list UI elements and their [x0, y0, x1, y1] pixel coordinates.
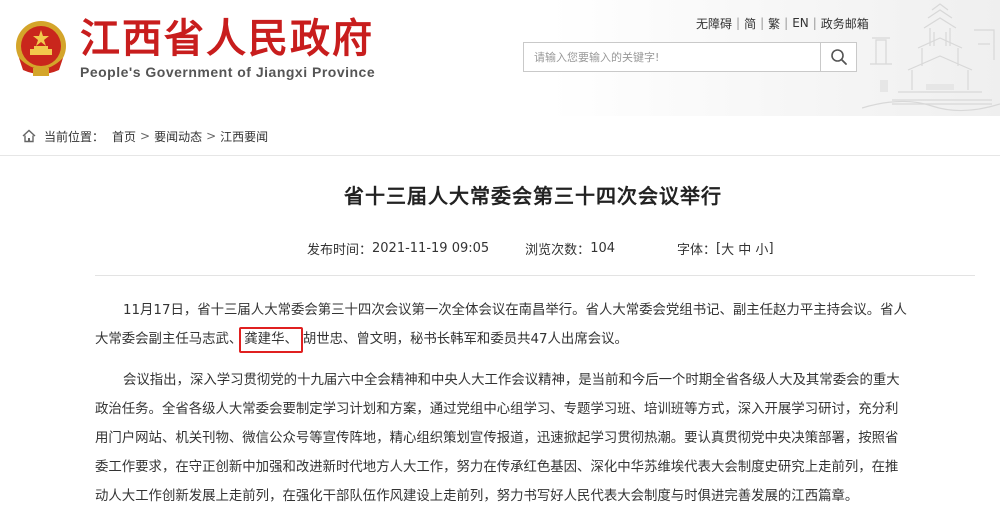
- link-separator: |: [736, 16, 741, 30]
- national-emblem-icon: [16, 21, 66, 76]
- search-box: [523, 42, 857, 72]
- site-name: 江西省人民政府: [80, 15, 374, 62]
- english-link[interactable]: EN: [792, 16, 809, 30]
- simplified-chinese-link[interactable]: 简: [744, 15, 756, 32]
- article-title: 省十三届人大常委会第三十四次会议举行: [344, 184, 722, 208]
- breadcrumb-jiangxi-news[interactable]: 江西要闻: [220, 128, 268, 145]
- font-size-label: 字体：: [677, 242, 717, 258]
- font-size-bracket-close: ]: [768, 240, 774, 256]
- paragraph-line: 11月17日，省十三届人大常委会第三十四次会议第一次全体会议在南昌举行。省人大常…: [123, 303, 907, 318]
- site-name-en: People's Government of Jiangxi Province: [80, 64, 376, 80]
- breadcrumb-separator: >: [140, 129, 151, 143]
- link-separator: |: [760, 16, 765, 30]
- breadcrumb-label: 当前位置：: [44, 129, 105, 144]
- traditional-chinese-link[interactable]: 繁: [768, 15, 780, 32]
- breadcrumb-news[interactable]: 要闻动态: [154, 128, 202, 145]
- tengwang-pavilion-illustration: [862, 3, 1000, 112]
- link-separator: |: [784, 16, 789, 30]
- paragraph-line: 动人大工作创新发展上走前列，在强化干部队伍作风建设上走前列，努力书写好人民代表大…: [95, 489, 859, 504]
- paragraph-text: 胡世忠、曾文明，秘书长韩军和委员共47人出席会议。: [302, 332, 628, 347]
- breadcrumb: 当前位置： 首页 > 要闻动态 > 江西要闻: [22, 126, 268, 146]
- top-links: 无障碍 | 简 | 繁 | EN | 政务邮箱: [696, 14, 869, 32]
- paragraph-line: 大常委会副主任马志武、 龚建华、 胡世忠、曾文明，秘书长韩军和委员共47人出席会议。: [95, 325, 975, 354]
- font-size-medium[interactable]: 中: [738, 239, 751, 258]
- link-separator: |: [812, 16, 817, 30]
- accessibility-link[interactable]: 无障碍: [696, 15, 732, 32]
- meta-divider: [95, 275, 975, 276]
- home-icon: [22, 129, 36, 143]
- article-paragraph-1: 11月17日，省十三届人大常委会第三十四次会议第一次全体会议在南昌举行。省人大常…: [95, 296, 975, 354]
- paragraph-line: 用门户网站、机关刊物、微信公众号等宣传阵地，精心组织策划宣传报道，迅速掀起学习贯…: [95, 431, 899, 446]
- highlighted-name: 龚建华、: [239, 327, 303, 353]
- article-meta: 发布时间： 2021-11-19 09:05 浏览次数： 104 字体： [ 大…: [307, 239, 774, 258]
- publish-time-label: 发布时间：: [307, 242, 373, 258]
- site-header: 江西省人民政府 People's Government of Jiangxi P…: [0, 0, 1000, 116]
- article-paragraph-2: 会议指出，深入学习贯彻党的十九届六中全会精神和中央人大工作会议精神，是当前和今后…: [95, 366, 975, 511]
- font-size-large[interactable]: 大: [721, 239, 734, 258]
- views-count: 104: [590, 240, 616, 256]
- publish-time: 2021-11-19 09:05: [372, 240, 490, 256]
- breadcrumb-divider: [0, 155, 1000, 156]
- search-input[interactable]: [524, 43, 816, 71]
- font-size-small[interactable]: 小: [755, 239, 768, 258]
- paragraph-line: 委工作要求，在守正创新中加强和改进新时代地方人大工作，努力在传承红色基因、深化中…: [95, 460, 899, 475]
- breadcrumb-separator: >: [206, 129, 217, 143]
- breadcrumb-home[interactable]: 首页: [112, 128, 136, 145]
- paragraph-line: 政治任务。全省各级人大常委会要制定学习计划和方案，通过党组中心组学习、专题学习班…: [95, 402, 899, 417]
- search-button[interactable]: [820, 43, 857, 71]
- paragraph-text: 大常委会副主任马志武、: [95, 332, 243, 347]
- paragraph-line: 会议指出，深入学习贯彻党的十九届六中全会精神和中央人大工作会议精神，是当前和今后…: [123, 373, 900, 388]
- search-icon: [831, 49, 847, 65]
- views-label: 浏览次数：: [525, 242, 591, 258]
